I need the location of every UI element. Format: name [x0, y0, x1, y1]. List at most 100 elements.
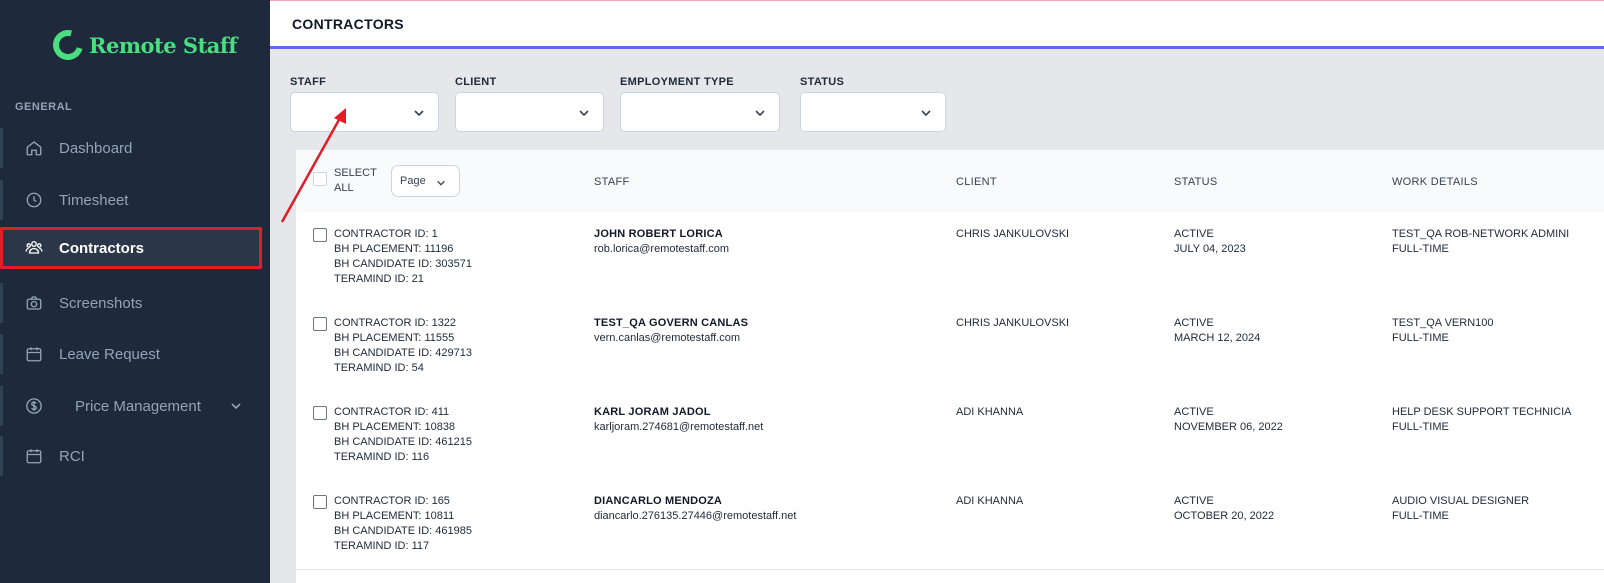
status-date: OCTOBER 20, 2022	[1174, 510, 1275, 522]
staff-name[interactable]: TEST_QA GOVERN CANLAS	[594, 316, 748, 331]
sidebar-item-label: Dashboard	[59, 139, 133, 157]
client-cell: CHRIS JANKULOVSKI	[956, 228, 1070, 240]
sidebar-item-label: Price Management	[75, 397, 201, 415]
staff-email: karljoram.274681@remotestaff.net	[594, 421, 764, 433]
page-header: CONTRACTORS	[270, 0, 1604, 49]
bh-candidate-id: BH CANDIDATE ID: 429713	[334, 347, 472, 359]
sidebar-item-price-management[interactable]: Price Management	[0, 386, 266, 426]
bh-placement: BH PLACEMENT: 10838	[334, 421, 456, 433]
table-row[interactable]: CONTRACTOR ID: 1 BH PLACEMENT: 11196 BH …	[296, 212, 1604, 303]
status-select[interactable]	[800, 92, 946, 132]
select-all-checkbox[interactable]	[313, 172, 327, 186]
work-title: HELP DESK SUPPORT TECHNICIA	[1392, 406, 1572, 418]
column-header-work-details[interactable]: WORK DETAILS	[1392, 176, 1478, 188]
status-value: ACTIVE	[1174, 406, 1214, 418]
sidebar-item-label: Contractors	[59, 239, 145, 257]
sidebar-item-contractors[interactable]: Contractors	[0, 227, 262, 269]
client-filter: CLIENT	[455, 76, 604, 132]
bh-placement: BH PLACEMENT: 10811	[334, 510, 455, 522]
contractor-id: CONTRACTOR ID: 411	[334, 406, 450, 418]
teramind-id: TERAMIND ID: 117	[334, 540, 430, 552]
row-checkbox[interactable]	[313, 228, 327, 242]
sidebar-item-rci[interactable]: RCI	[0, 436, 266, 476]
status-cell: ACTIVE JULY 04, 2023	[1174, 227, 1246, 257]
status-cell: ACTIVE MARCH 12, 2024	[1174, 316, 1260, 346]
sidebar-item-label: RCI	[59, 447, 85, 465]
staff-cell: DIANCARLO MENDOZA diancarlo.276135.27446…	[594, 494, 796, 524]
sidebar-section-label: GENERAL	[15, 101, 73, 113]
contractor-ids: CONTRACTOR ID: 411 BH PLACEMENT: 10838 B…	[334, 405, 472, 465]
status-filter: STATUS	[800, 76, 946, 132]
contractor-id: CONTRACTOR ID: 165	[334, 495, 450, 507]
column-header-status[interactable]: STATUS	[1174, 176, 1218, 188]
staff-email: vern.canlas@remotestaff.com	[594, 332, 741, 344]
bh-candidate-id: BH CANDIDATE ID: 461985	[334, 525, 472, 537]
employment-type-select[interactable]	[620, 92, 780, 132]
chevron-down-icon[interactable]	[230, 400, 242, 412]
contractor-ids: CONTRACTOR ID: 1322 BH PLACEMENT: 11555 …	[334, 316, 472, 376]
staff-name[interactable]: DIANCARLO MENDOZA	[594, 494, 796, 509]
bh-placement: BH PLACEMENT: 11196	[334, 243, 454, 255]
work-title: TEST_QA ROB-NETWORK ADMINI	[1392, 228, 1570, 240]
contractor-id: CONTRACTOR ID: 1	[334, 228, 438, 240]
brand-logo[interactable]: Remote Staff	[47, 24, 237, 66]
contractor-ids: CONTRACTOR ID: 1 BH PLACEMENT: 11196 BH …	[334, 227, 472, 287]
calendar-icon	[26, 449, 42, 464]
calendar-icon	[26, 347, 42, 362]
teramind-id: TERAMIND ID: 116	[334, 451, 430, 463]
table-header: SELECT ALL Page STAFF CLIENT STATUS WORK…	[296, 150, 1604, 212]
row-checkbox[interactable]	[313, 406, 327, 420]
table-row[interactable]: CONTRACTOR ID: 1322 BH PLACEMENT: 11555 …	[296, 301, 1604, 392]
filter-label: STAFF	[290, 76, 327, 88]
sidebar-item-dashboard[interactable]: Dashboard	[0, 128, 266, 168]
status-value: ACTIVE	[1174, 317, 1214, 329]
page-select[interactable]: Page	[391, 165, 460, 197]
client-cell: ADI KHANNA	[956, 406, 1024, 418]
select-all-label: SELECT ALL	[334, 167, 377, 194]
filter-label: STATUS	[800, 76, 845, 88]
contractor-ids: CONTRACTOR ID: 165 BH PLACEMENT: 10811 B…	[334, 494, 472, 554]
staff-select[interactable]	[290, 92, 439, 132]
staff-name[interactable]: JOHN ROBERT LORICA	[594, 227, 729, 242]
sidebar-item-timesheet[interactable]: Timesheet	[0, 180, 266, 220]
status-value: ACTIVE	[1174, 228, 1214, 240]
staff-email: rob.lorica@remotestaff.com	[594, 243, 730, 255]
client-cell: CHRIS JANKULOVSKI	[956, 317, 1070, 329]
status-cell: ACTIVE OCTOBER 20, 2022	[1174, 494, 1274, 524]
brand-name: Remote Staff	[89, 32, 237, 58]
filter-label: CLIENT	[455, 76, 497, 88]
staff-filter: STAFF	[290, 76, 439, 132]
work-details-cell: TEST_QA ROB-NETWORK ADMINI FULL-TIME	[1392, 227, 1569, 257]
chevron-down-icon	[579, 110, 589, 117]
work-type: FULL-TIME	[1392, 243, 1449, 255]
row-checkbox[interactable]	[313, 317, 327, 331]
dollar-icon	[26, 398, 42, 414]
table-row[interactable]: CONTRACTOR ID: 411 BH PLACEMENT: 10838 B…	[296, 390, 1604, 481]
sidebar-item-label: Leave Request	[59, 345, 160, 363]
table-row[interactable]: CONTRACTOR ID: 165 BH PLACEMENT: 10811 B…	[296, 479, 1604, 570]
client-cell: ADI KHANNA	[956, 495, 1024, 507]
bh-placement: BH PLACEMENT: 11555	[334, 332, 455, 344]
column-header-client[interactable]: CLIENT	[956, 176, 997, 188]
sidebar-item-leave-request[interactable]: Leave Request	[0, 334, 266, 374]
chevron-down-icon	[755, 110, 765, 117]
staff-name[interactable]: KARL JORAM JADOL	[594, 405, 763, 420]
sidebar-item-screenshots[interactable]: Screenshots	[0, 283, 266, 323]
logo-icon	[47, 24, 89, 66]
client-select[interactable]	[455, 92, 604, 132]
work-type: FULL-TIME	[1392, 510, 1449, 522]
camera-icon	[26, 296, 42, 310]
status-date: MARCH 12, 2024	[1174, 332, 1261, 344]
staff-cell: KARL JORAM JADOL karljoram.274681@remote…	[594, 405, 763, 435]
chevron-down-icon	[921, 110, 931, 117]
status-value: ACTIVE	[1174, 495, 1214, 507]
teramind-id: TERAMIND ID: 54	[334, 362, 424, 374]
column-header-staff[interactable]: STAFF	[594, 176, 630, 188]
filter-label: EMPLOYMENT TYPE	[620, 76, 734, 88]
row-checkbox[interactable]	[313, 495, 327, 509]
users-icon	[25, 241, 43, 254]
sidebar-item-label: Timesheet	[59, 191, 129, 209]
staff-cell: TEST_QA GOVERN CANLAS vern.canlas@remote…	[594, 316, 748, 346]
sidebar-item-label: Screenshots	[59, 294, 143, 312]
chevron-down-icon	[437, 180, 445, 186]
